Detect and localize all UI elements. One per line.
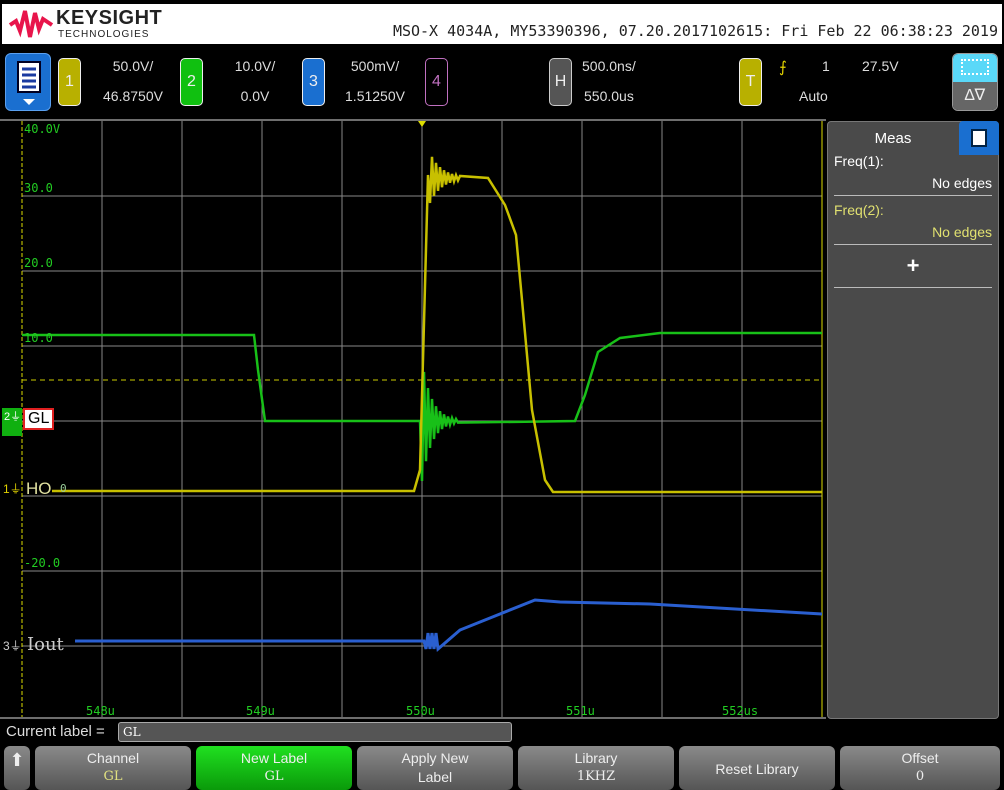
meas-label-1: Freq(1): (834, 153, 884, 169)
current-label-input[interactable]: GL (118, 722, 512, 742)
softkey-library[interactable]: Library 1KHZ (518, 746, 674, 790)
offset-value: 0 (915, 769, 925, 784)
channel-label: Channel (86, 750, 140, 766)
ch3-trace (75, 598, 823, 652)
x-label-549: 549u (246, 704, 275, 718)
meas-value-2: No edges (932, 224, 992, 240)
offset-label: Offset (901, 750, 939, 766)
ch1-zero-label: 0 (60, 482, 67, 495)
apply-label: Apply New (401, 750, 469, 766)
measurement-panel: Meas Freq(1): No edges Freq(2): No edges… (827, 121, 999, 719)
y-label-10: 10.0 (24, 331, 53, 345)
softkey-reset-library[interactable]: Reset Library (679, 746, 835, 790)
library-label: Library (574, 750, 618, 766)
box-select-icon (953, 54, 997, 82)
trace-gesture-icon: ∆∇ (953, 82, 997, 110)
add-measurement-button[interactable]: + (834, 253, 992, 288)
y-label-minus20: -20.0 (24, 556, 61, 570)
channel-value: GL (103, 769, 123, 784)
x-label-548: 548u (86, 704, 115, 718)
softkey-apply-new-label[interactable]: Apply New Label (357, 746, 513, 790)
waveform-display[interactable] (0, 0, 826, 720)
meas-menu-tab[interactable] (959, 121, 999, 155)
y-label-20: 20.0 (24, 256, 53, 270)
ch1-trace-label: HO (26, 479, 52, 498)
ch2-ground-marker[interactable]: 2⏚ (2, 408, 22, 436)
trigger-level: 27.5V (862, 58, 899, 74)
meas-item-2[interactable]: Freq(2): No edges (834, 202, 992, 245)
ch3-ground-marker[interactable]: 3⏚ (3, 637, 22, 654)
list-icon (971, 129, 987, 147)
ch1-trace (52, 156, 822, 494)
meas-title: Meas (874, 130, 912, 147)
trigger-position-marker (418, 121, 426, 127)
ch2-trace-label: GL (23, 408, 55, 430)
meas-item-1[interactable]: Freq(1): No edges (834, 153, 992, 196)
apply-label-2: Label (417, 769, 453, 785)
back-up-button[interactable]: ⬆ (4, 746, 30, 790)
library-value: 1KHZ (576, 769, 616, 784)
new-label-label: New Label (240, 750, 308, 766)
current-label-prompt: Current label = (6, 723, 105, 740)
meas-value-1: No edges (932, 175, 992, 191)
softkey-offset[interactable]: Offset 0 (840, 746, 1000, 790)
x-label-551: 551u (566, 704, 595, 718)
y-label-30: 30.0 (24, 181, 53, 195)
reset-library-label: Reset Library (715, 761, 799, 777)
meas-label-2: Freq(2): (834, 202, 884, 218)
ch3-trace-label: Iout (27, 634, 64, 655)
softkey-new-label[interactable]: New Label GL (196, 746, 352, 790)
y-label-40: 40.0V (24, 122, 61, 136)
softkey-channel[interactable]: Channel GL (35, 746, 191, 790)
x-label-550: 550u (406, 704, 435, 718)
new-label-value: GL (264, 769, 284, 784)
zoom-touch-button[interactable]: ∆∇ (952, 53, 998, 111)
ch1-ground-marker[interactable]: 1⏚ (3, 480, 22, 497)
x-label-552: 552us (722, 704, 759, 718)
